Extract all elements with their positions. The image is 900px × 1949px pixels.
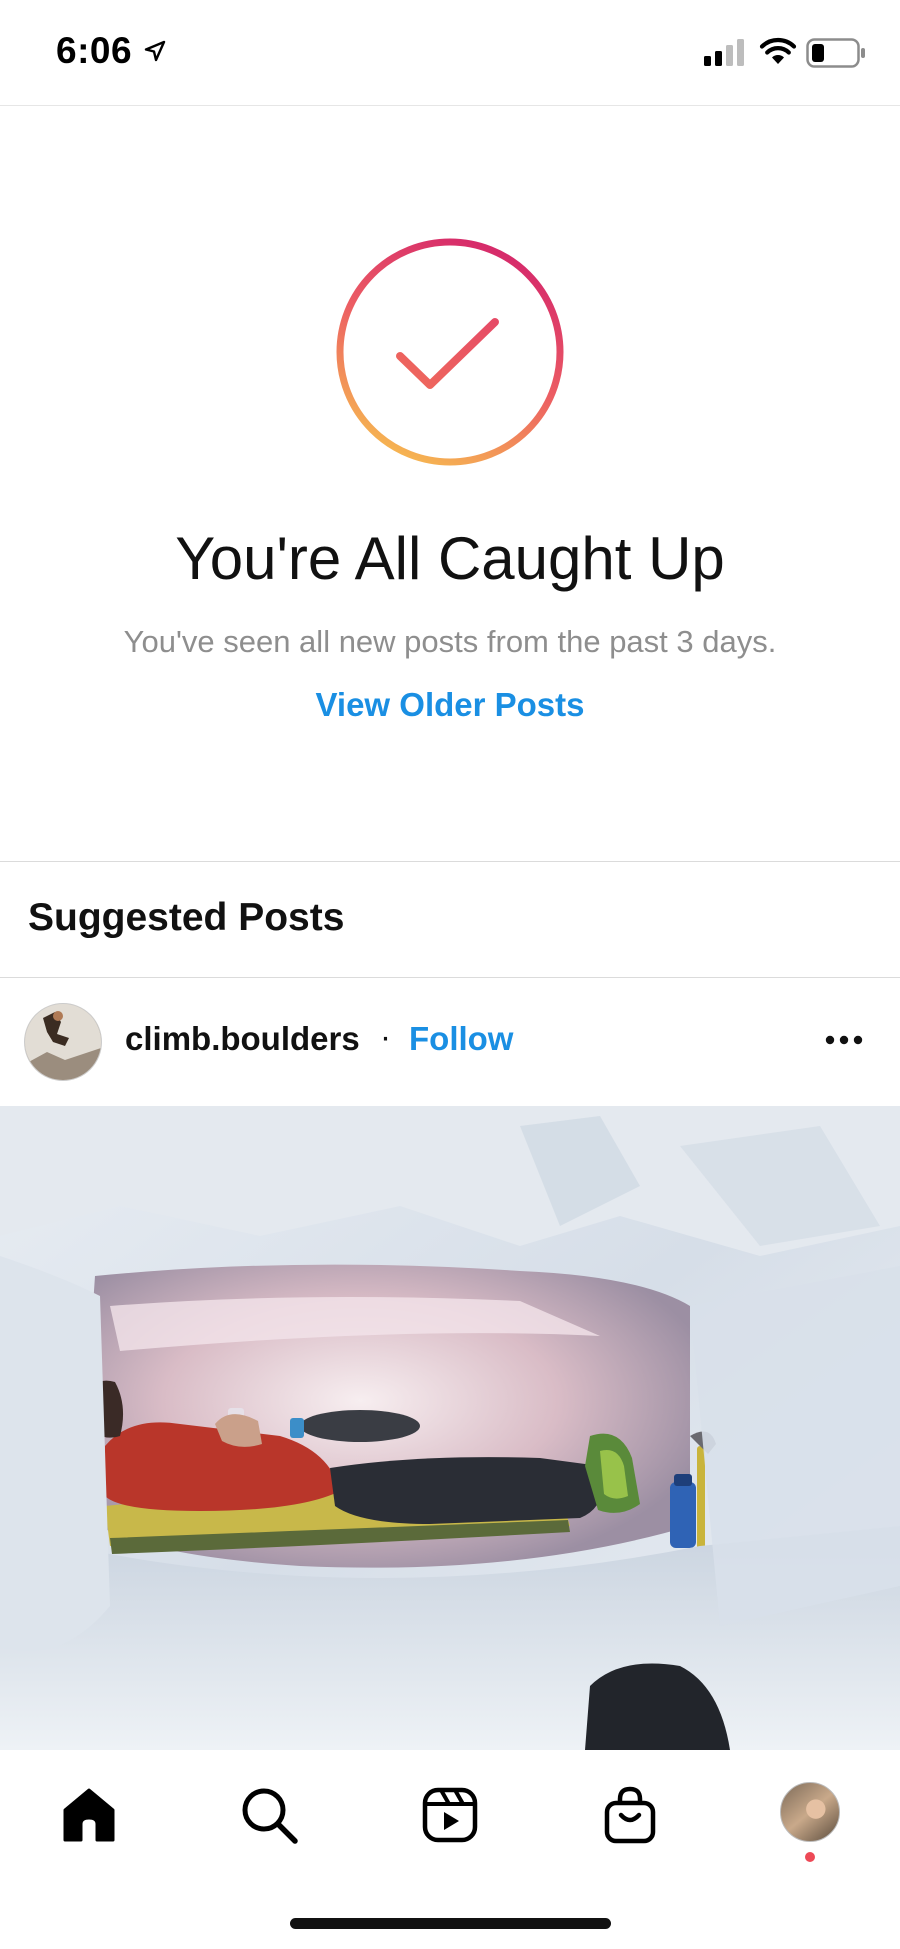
avatar-image — [25, 1004, 101, 1080]
tab-profile-avatar[interactable] — [780, 1782, 840, 1842]
caught-up-section: You're All Caught Up You've seen all new… — [0, 106, 900, 861]
location-arrow-icon — [144, 40, 166, 62]
home-indicator — [290, 1918, 611, 1929]
view-older-posts-link[interactable]: View Older Posts — [0, 686, 900, 724]
home-icon — [63, 1788, 115, 1842]
reels-icon — [422, 1787, 478, 1843]
post-author-avatar[interactable] — [24, 1003, 102, 1081]
follow-button[interactable]: Follow — [409, 1020, 513, 1058]
tab-shop[interactable] — [595, 1780, 665, 1850]
separator-dot: · — [380, 1018, 391, 1055]
post-username[interactable]: climb.boulders — [125, 1020, 360, 1058]
post-image[interactable] — [0, 1106, 900, 1750]
post-header: climb.boulders · Follow — [0, 978, 900, 1106]
status-time: 6:06 — [56, 30, 133, 71]
search-icon — [242, 1788, 298, 1844]
status-bar: 6:06 — [0, 0, 900, 106]
more-horizontal-icon[interactable] — [824, 1034, 864, 1046]
caught-up-subtitle: You've seen all new posts from the past … — [123, 624, 777, 659]
tab-search[interactable] — [234, 1780, 304, 1850]
checkmark-circle-icon — [336, 238, 564, 466]
cellular-signal-icon — [704, 39, 744, 66]
wifi-icon — [759, 38, 797, 64]
battery-icon — [806, 38, 865, 68]
notification-dot — [805, 1852, 815, 1862]
section-divider — [0, 861, 900, 862]
caught-up-title: You're All Caught Up — [175, 525, 725, 592]
snow-cave-photo — [0, 1106, 900, 1750]
tab-reels[interactable] — [415, 1780, 485, 1850]
tab-home[interactable] — [54, 1780, 124, 1850]
shop-icon — [604, 1786, 656, 1844]
suggested-posts-header: Suggested Posts — [28, 896, 345, 939]
